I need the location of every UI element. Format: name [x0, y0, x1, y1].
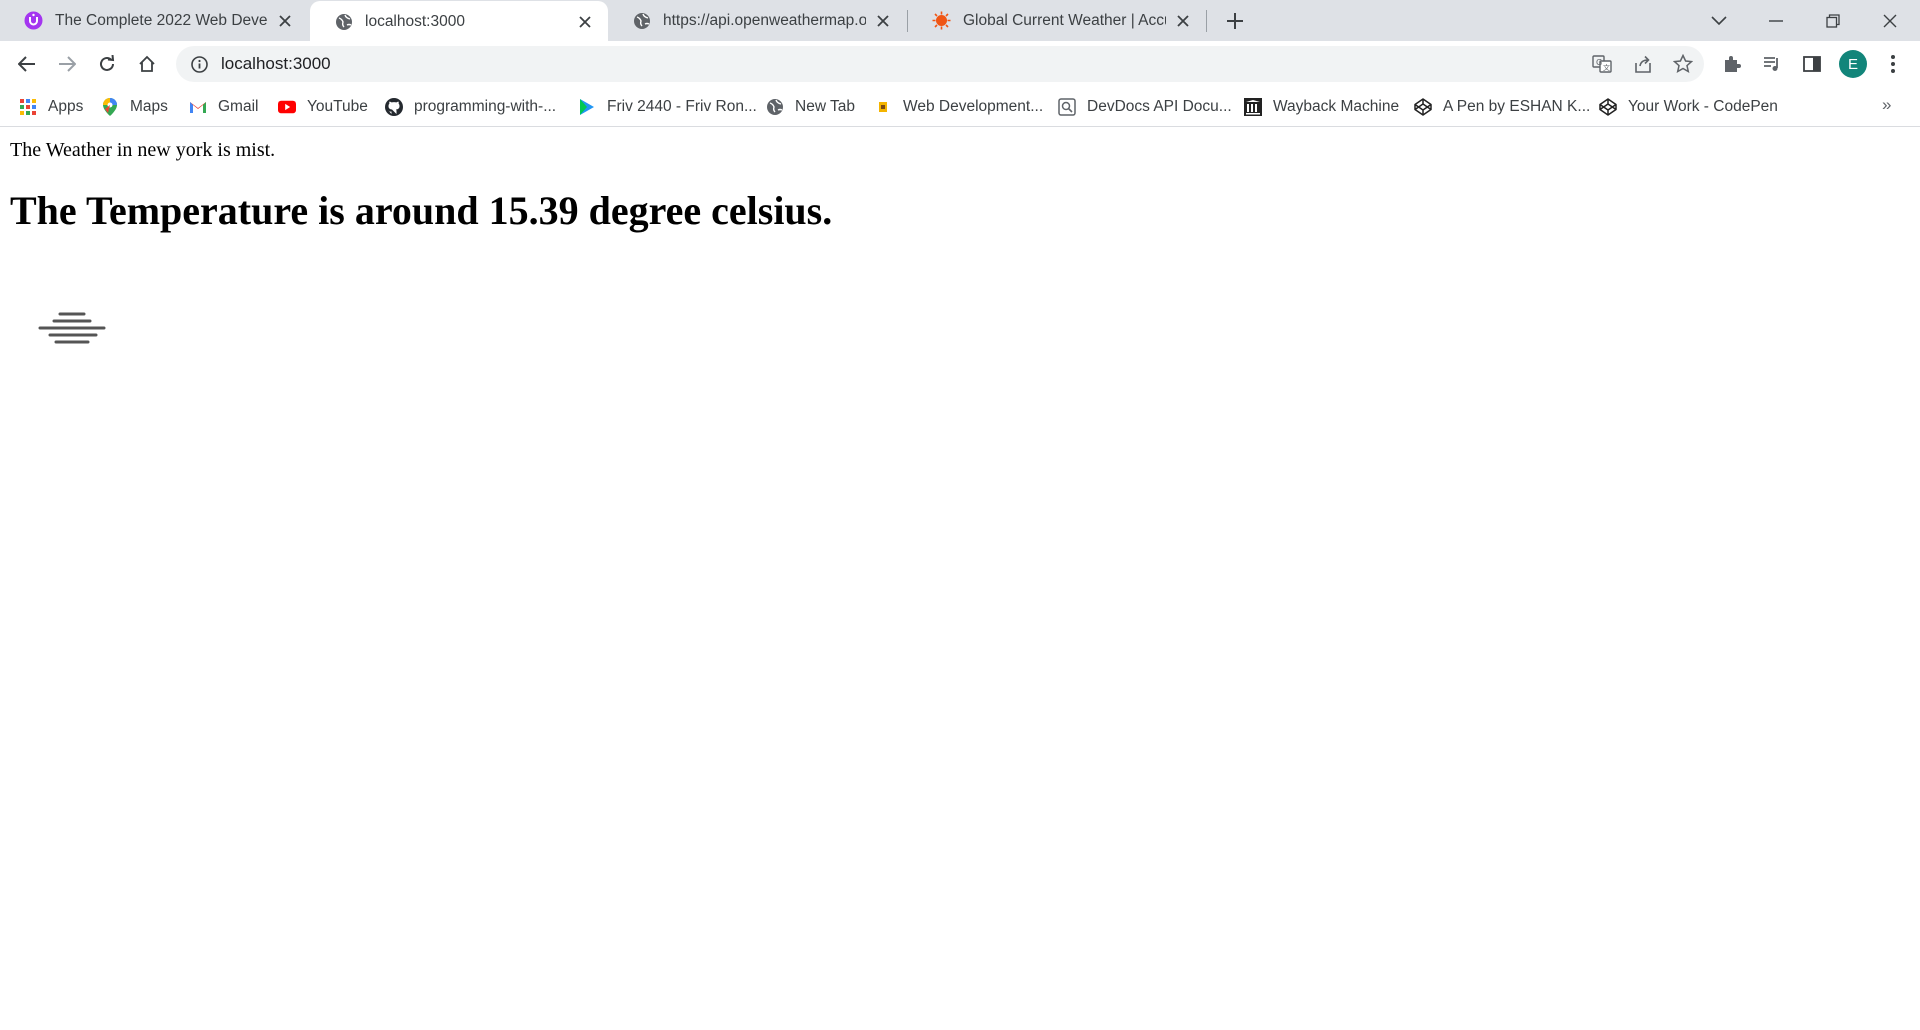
bookmark-codepen-work[interactable]: Your Work - CodePen: [1599, 87, 1778, 127]
maps-pin-icon: [101, 98, 119, 116]
bookmark-gmail[interactable]: Gmail: [189, 87, 258, 127]
minimize-icon: [1769, 19, 1783, 22]
close-window-button[interactable]: [1862, 0, 1918, 41]
minimize-button[interactable]: [1748, 0, 1804, 41]
globe-icon: [632, 11, 651, 30]
bookmark-label: New Tab: [795, 98, 856, 115]
bookmark-icon: [874, 98, 892, 116]
bookmark-label: Gmail: [218, 98, 259, 115]
tab-title: localhost:3000: [365, 12, 465, 30]
url-text[interactable]: localhost:3000: [221, 54, 331, 74]
apps-grid-icon: [19, 98, 37, 116]
kebab-menu-icon: [1891, 55, 1895, 73]
translate-button[interactable]: G文: [1587, 49, 1617, 79]
tab-openweathermap[interactable]: https://api.openweathermap.org/: [608, 0, 906, 41]
home-button[interactable]: [132, 49, 162, 79]
bookmark-apps[interactable]: Apps: [19, 87, 83, 127]
bookmark-codepen-pen[interactable]: A Pen by ESHAN K...: [1414, 87, 1590, 127]
udemy-icon: [24, 11, 43, 30]
globe-icon: [766, 98, 784, 116]
bookmark-label: Friv 2440 - Friv Ron...: [607, 98, 757, 115]
browser-chrome: The Complete 2022 Web Develop localhost:…: [0, 0, 1920, 127]
info-icon[interactable]: [189, 54, 209, 74]
tab-search-button[interactable]: [1691, 0, 1747, 41]
side-panel-icon: [1803, 56, 1821, 72]
tab-separator: [1206, 10, 1207, 32]
plus-icon: [1227, 13, 1243, 29]
gmail-icon: [189, 98, 207, 116]
bookmark-star-button[interactable]: [1668, 49, 1698, 79]
media-button[interactable]: [1757, 49, 1787, 79]
back-button[interactable]: [12, 49, 42, 79]
close-icon[interactable]: [1172, 10, 1194, 32]
forward-arrow-icon: [59, 56, 76, 72]
tab-localhost[interactable]: localhost:3000: [310, 1, 608, 42]
youtube-icon: [278, 98, 296, 116]
more-bookmarks-chevron-icon[interactable]: »: [1882, 95, 1891, 115]
home-icon: [139, 55, 155, 72]
github-icon: [385, 98, 403, 116]
globe-icon: [334, 12, 353, 31]
forward-button[interactable]: [52, 49, 82, 79]
codepen-icon: [1414, 98, 1432, 116]
menu-button[interactable]: [1878, 49, 1908, 79]
star-icon: [1673, 54, 1693, 73]
tab-strip: The Complete 2022 Web Develop localhost:…: [0, 0, 1920, 42]
temperature-heading: The Temperature is around 15.39 degree c…: [10, 188, 833, 233]
wayback-icon: [1244, 98, 1262, 116]
bookmark-maps[interactable]: Maps: [101, 87, 168, 127]
translate-icon: G文: [1592, 55, 1612, 73]
bookmarks-bar: Apps Maps Gmail YouTube programming-with…: [0, 87, 1920, 127]
restore-icon: [1826, 13, 1840, 28]
bookmark-label: YouTube: [307, 98, 368, 115]
bookmark-label: A Pen by ESHAN K...: [1443, 98, 1591, 115]
media-queue-icon: [1764, 57, 1778, 71]
new-tab-button[interactable]: [1221, 7, 1249, 35]
tab-udemy[interactable]: The Complete 2022 Web Develop: [0, 0, 308, 41]
accuweather-icon: [932, 11, 951, 30]
bookmark-friv[interactable]: Friv 2440 - Friv Ron...: [578, 87, 757, 127]
side-panel-button[interactable]: [1797, 49, 1827, 79]
bookmark-label: Wayback Machine: [1273, 98, 1400, 115]
mist-icon: [36, 292, 108, 364]
tab-title: The Complete 2022 Web Develop: [55, 11, 268, 29]
close-icon[interactable]: [574, 11, 596, 33]
share-icon: [1635, 55, 1651, 73]
chevron-down-icon: [1711, 15, 1727, 25]
bookmark-label: Your Work - CodePen: [1628, 98, 1778, 115]
bookmark-label: Maps: [130, 98, 168, 115]
bookmark-web-development[interactable]: Web Development...: [874, 87, 1043, 127]
close-icon[interactable]: [274, 10, 296, 32]
bookmark-label: Web Development...: [903, 98, 1044, 115]
tab-title: https://api.openweathermap.org/: [663, 11, 866, 29]
bookmark-youtube[interactable]: YouTube: [278, 87, 368, 127]
back-arrow-icon: [18, 56, 35, 72]
bookmark-label: Apps: [48, 98, 84, 115]
bookmark-label: programming-with-...: [414, 98, 557, 115]
tab-accuweather[interactable]: Global Current Weather | AccuWe: [908, 0, 1206, 41]
restore-button[interactable]: [1805, 0, 1861, 41]
reload-button[interactable]: [92, 49, 122, 79]
weather-description: The Weather in new york is mist.: [10, 139, 276, 161]
address-bar[interactable]: localhost:3000: [176, 46, 1704, 82]
share-button[interactable]: [1628, 49, 1658, 79]
bookmark-github[interactable]: programming-with-...: [385, 87, 556, 127]
extensions-button[interactable]: [1717, 49, 1747, 79]
svg-text:G: G: [1596, 58, 1602, 67]
devdocs-icon: [1058, 98, 1076, 116]
bookmark-label: DevDocs API Docu...: [1087, 98, 1232, 115]
bookmark-wayback-machine[interactable]: Wayback Machine: [1244, 87, 1399, 127]
reload-icon: [100, 55, 115, 71]
svg-text:文: 文: [1603, 63, 1610, 72]
codepen-icon: [1599, 98, 1617, 116]
puzzle-icon: [1725, 56, 1741, 72]
tab-title: Global Current Weather | AccuWe: [963, 11, 1166, 29]
bookmark-new-tab[interactable]: New Tab: [766, 87, 855, 127]
close-icon[interactable]: [872, 10, 894, 32]
toolbar: localhost:3000 G文 E: [0, 41, 1920, 87]
profile-avatar[interactable]: E: [1839, 50, 1867, 78]
close-icon: [1883, 14, 1897, 27]
play-icon: [578, 98, 596, 116]
bookmark-devdocs[interactable]: DevDocs API Docu...: [1058, 87, 1232, 127]
